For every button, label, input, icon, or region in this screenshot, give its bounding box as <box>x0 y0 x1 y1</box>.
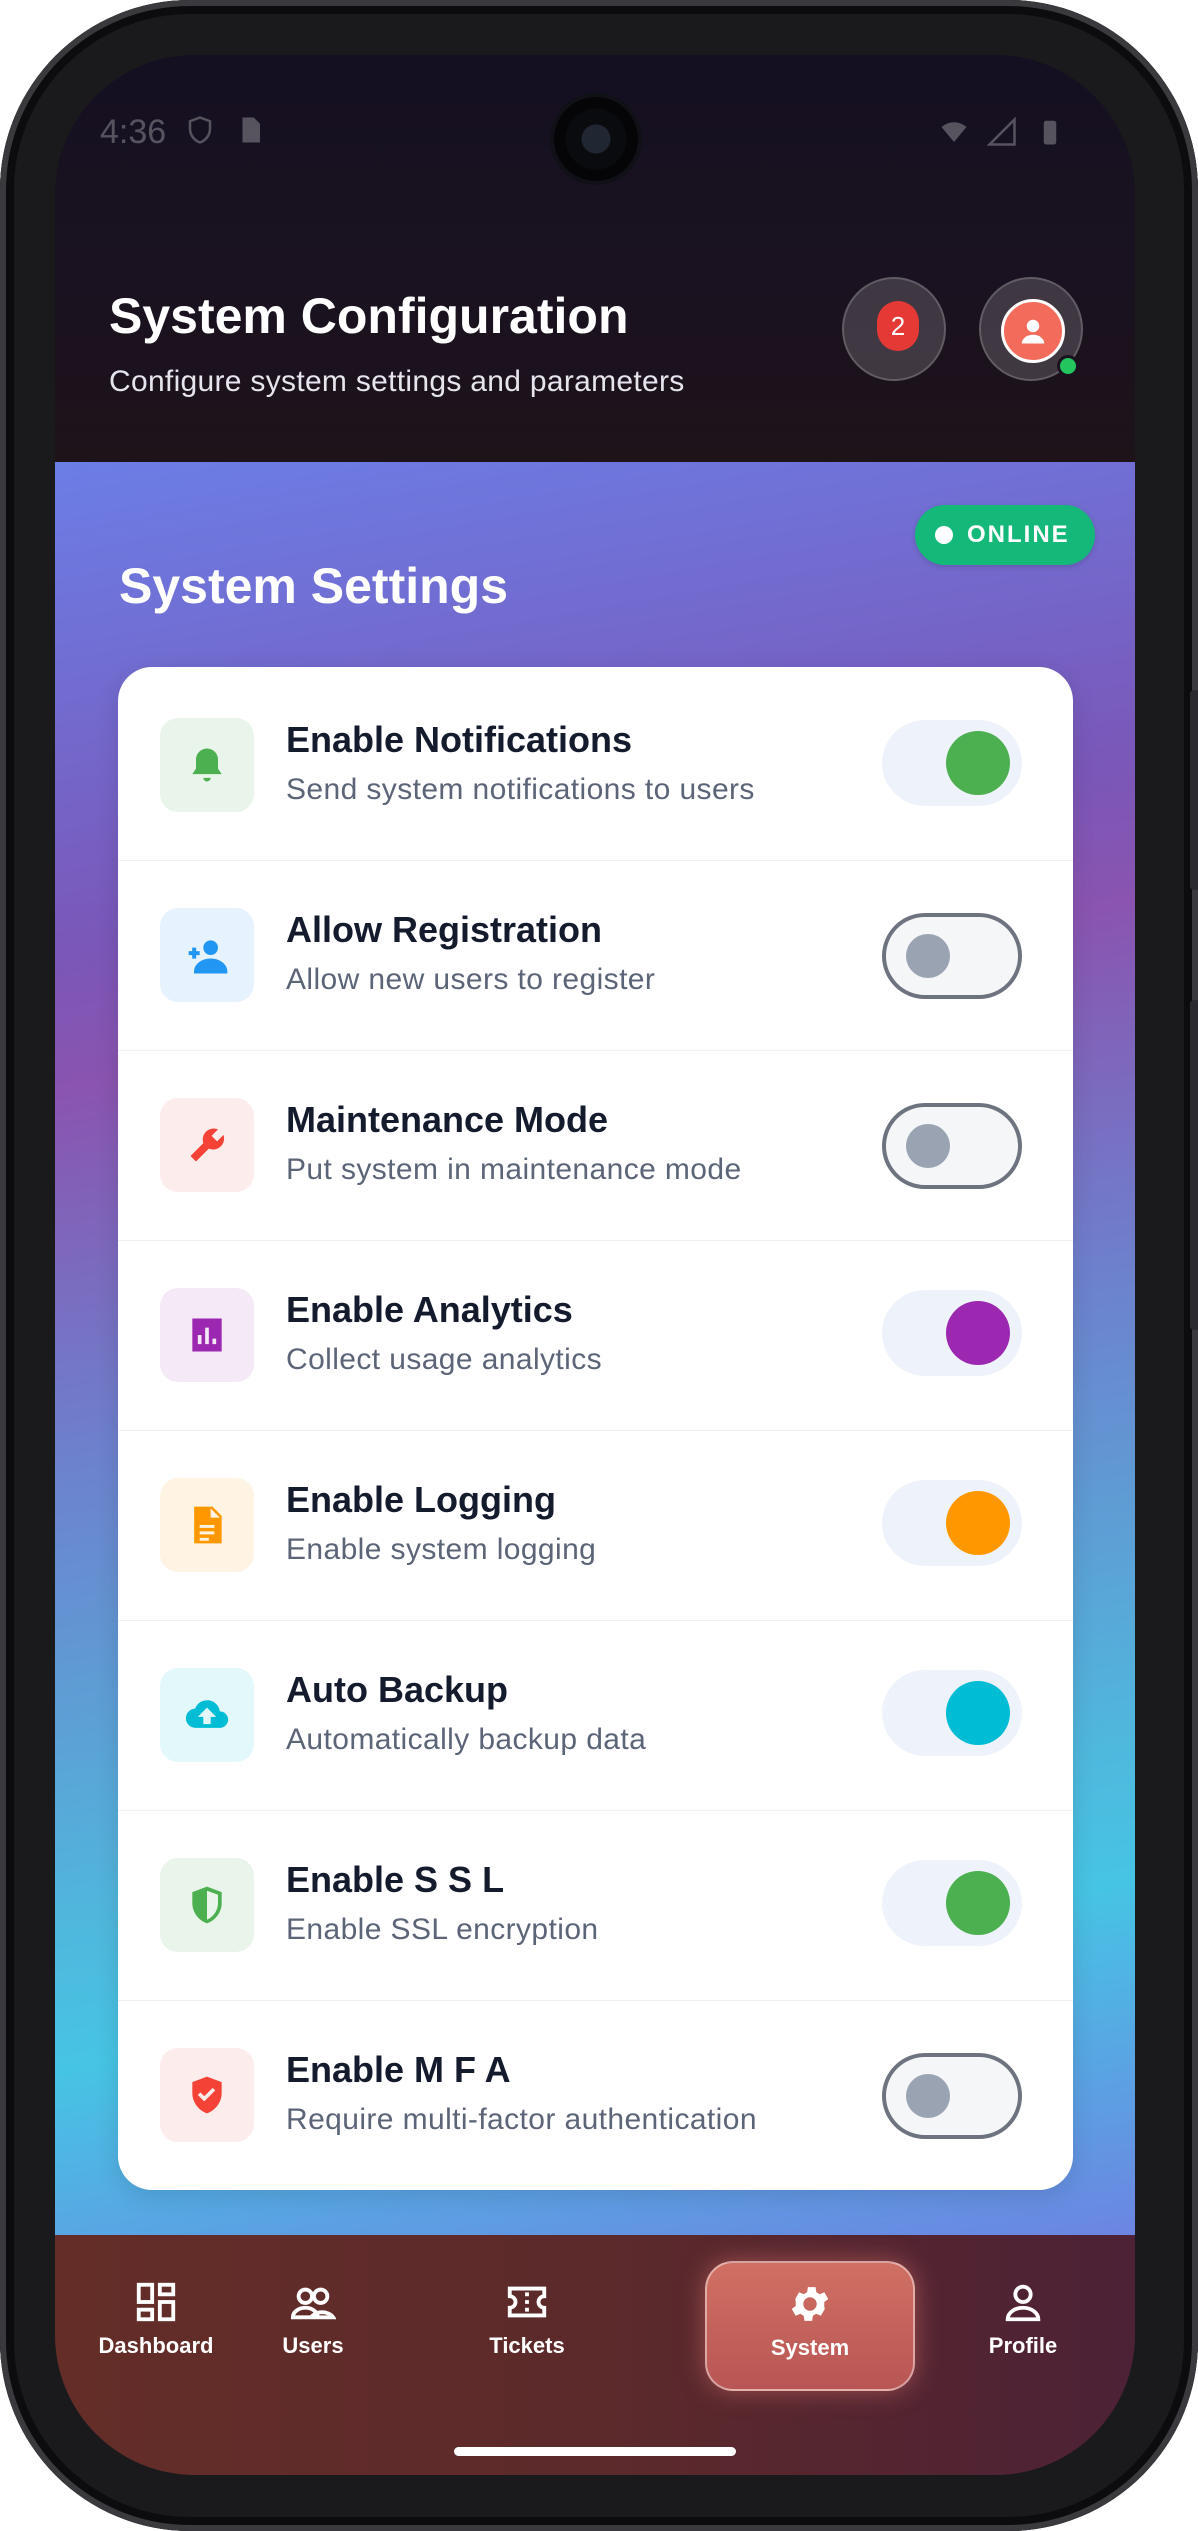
verified-user-icon <box>192 2076 222 2114</box>
shield-status-icon <box>188 116 212 144</box>
toggle-knob <box>946 1491 1010 1555</box>
dashboard-icon <box>136 2282 176 2322</box>
toggle-enable-notifications[interactable] <box>882 720 1022 806</box>
wrench-icon <box>190 1128 225 1162</box>
avatar <box>1001 299 1065 363</box>
toggle-knob <box>946 731 1010 795</box>
setting-subtitle: Collect usage analytics <box>286 1343 603 1376</box>
setting-subtitle: Enable system logging <box>286 1533 597 1566</box>
toggle-allow-registration[interactable] <box>882 913 1022 999</box>
bell-icon <box>192 748 222 782</box>
wifi-icon <box>941 122 967 142</box>
section-title: System Settings <box>119 558 509 614</box>
setting-icon-tile <box>160 908 254 1002</box>
nav-label-users: Users <box>282 2333 344 2358</box>
setting-subtitle: Require multi-factor authentication <box>286 2103 757 2136</box>
app-header: 4:36 System Configuration Configure syst… <box>55 55 1135 462</box>
setting-row-maintenance-mode: Maintenance Mode Put system in maintenanc… <box>118 1051 1073 1241</box>
setting-icon-tile <box>160 1478 254 1572</box>
toggle-knob <box>906 934 950 978</box>
main-content: ONLINE System Settings Enable Notificati… <box>55 462 1135 2235</box>
online-status-dot <box>1057 355 1079 377</box>
notifications-button[interactable]: 2 <box>842 277 946 381</box>
setting-title: Auto Backup <box>286 1669 509 1710</box>
toggle-enable-m-f-a[interactable] <box>882 2053 1022 2139</box>
nav-profile[interactable]: Profile <box>923 2235 1123 2365</box>
setting-icon-tile <box>160 2048 254 2142</box>
profile-icon <box>1005 2284 1041 2322</box>
power-button <box>1190 1000 1198 1330</box>
toggle-knob <box>906 2074 950 2118</box>
toggle-enable-analytics[interactable] <box>882 1290 1022 1376</box>
sim-card-icon <box>242 117 260 143</box>
setting-title: Enable Analytics <box>286 1289 573 1330</box>
person-icon <box>1021 319 1045 344</box>
profile-avatar-button[interactable] <box>979 277 1083 381</box>
setting-title: Enable M F A <box>286 2049 511 2090</box>
analytics-icon <box>192 1318 222 1352</box>
online-label: ONLINE <box>967 521 1070 548</box>
setting-title: Allow Registration <box>286 909 603 950</box>
toggle-enable-logging[interactable] <box>882 1480 1022 1566</box>
battery-icon <box>1043 120 1057 145</box>
setting-subtitle: Enable SSL encryption <box>286 1913 599 1946</box>
toggle-knob <box>946 1681 1010 1745</box>
signal-icon <box>987 117 1016 146</box>
phone-frame: 4:36 System Configuration Configure syst… <box>0 0 1198 2531</box>
nav-users[interactable]: Users <box>213 2235 413 2365</box>
home-indicator[interactable] <box>454 2447 736 2456</box>
page-title: System Configuration <box>109 288 629 344</box>
online-status-badge: ONLINE <box>915 505 1095 565</box>
toggle-knob <box>906 1124 950 1168</box>
setting-row-enable-s-s-l: Enable S S L Enable SSL encryption <box>118 1811 1073 2001</box>
toggle-enable-s-s-l[interactable] <box>882 1860 1022 1946</box>
setting-title: Enable Logging <box>286 1479 556 1520</box>
nav-label-system: System <box>770 2335 850 2360</box>
page-subtitle: Configure system settings and parameters <box>109 365 685 398</box>
setting-icon-tile <box>160 1668 254 1762</box>
setting-subtitle: Allow new users to register <box>286 963 656 996</box>
toggle-auto-backup[interactable] <box>882 1670 1022 1756</box>
setting-icon-tile <box>160 1098 254 1192</box>
setting-row-enable-analytics: Enable Analytics Collect usage analytics <box>118 1241 1073 1431</box>
nav-label-tickets: Tickets <box>489 2333 565 2358</box>
nav-label-dashboard: Dashboard <box>98 2333 214 2358</box>
setting-row-enable-logging: Enable Logging Enable system logging <box>118 1431 1073 1621</box>
shield-icon <box>192 1886 222 1924</box>
bottom-navigation: Dashboard Users Tickets System Profile <box>55 2235 1135 2475</box>
toggle-knob <box>946 1301 1010 1365</box>
setting-row-auto-backup: Auto Backup Automatically backup data <box>118 1621 1073 1811</box>
nav-label-profile: Profile <box>988 2333 1058 2358</box>
setting-title: Enable Notifications <box>286 719 633 760</box>
online-dot-icon <box>935 526 953 544</box>
setting-subtitle: Automatically backup data <box>286 1723 647 1756</box>
setting-icon-tile <box>160 1858 254 1952</box>
cloud-upload-icon <box>185 1700 229 1728</box>
nav-system[interactable]: System <box>710 2237 910 2367</box>
setting-icon-tile <box>160 718 254 812</box>
nav-tickets[interactable]: Tickets <box>427 2235 627 2365</box>
document-icon <box>194 1506 222 1544</box>
toggle-maintenance-mode[interactable] <box>882 1103 1022 1189</box>
setting-icon-tile <box>160 1288 254 1382</box>
users-icon <box>290 2287 336 2320</box>
status-time: 4:36 <box>100 113 167 151</box>
setting-row-enable-m-f-a: Enable M F A Require multi-factor authent… <box>118 2001 1073 2190</box>
setting-subtitle: Put system in maintenance mode <box>286 1153 742 1186</box>
setting-title: Maintenance Mode <box>286 1099 609 1140</box>
toggle-knob <box>946 1871 1010 1935</box>
gear-icon <box>791 2287 829 2321</box>
front-camera <box>554 97 638 181</box>
setting-row-enable-notifications: Enable Notifications Send system notifica… <box>118 671 1073 861</box>
person-add-icon <box>188 940 228 974</box>
settings-card: Enable Notifications Send system notifica… <box>118 667 1073 2190</box>
notification-count-badge: 2 <box>877 301 919 351</box>
setting-subtitle: Send system notifications to users <box>286 773 755 806</box>
volume-button <box>1190 690 1198 890</box>
screen: 4:36 System Configuration Configure syst… <box>55 55 1135 2475</box>
setting-row-allow-registration: Allow Registration Allow new users to reg… <box>118 861 1073 1051</box>
setting-title: Enable S S L <box>286 1859 505 1900</box>
ticket-icon <box>507 2286 547 2318</box>
